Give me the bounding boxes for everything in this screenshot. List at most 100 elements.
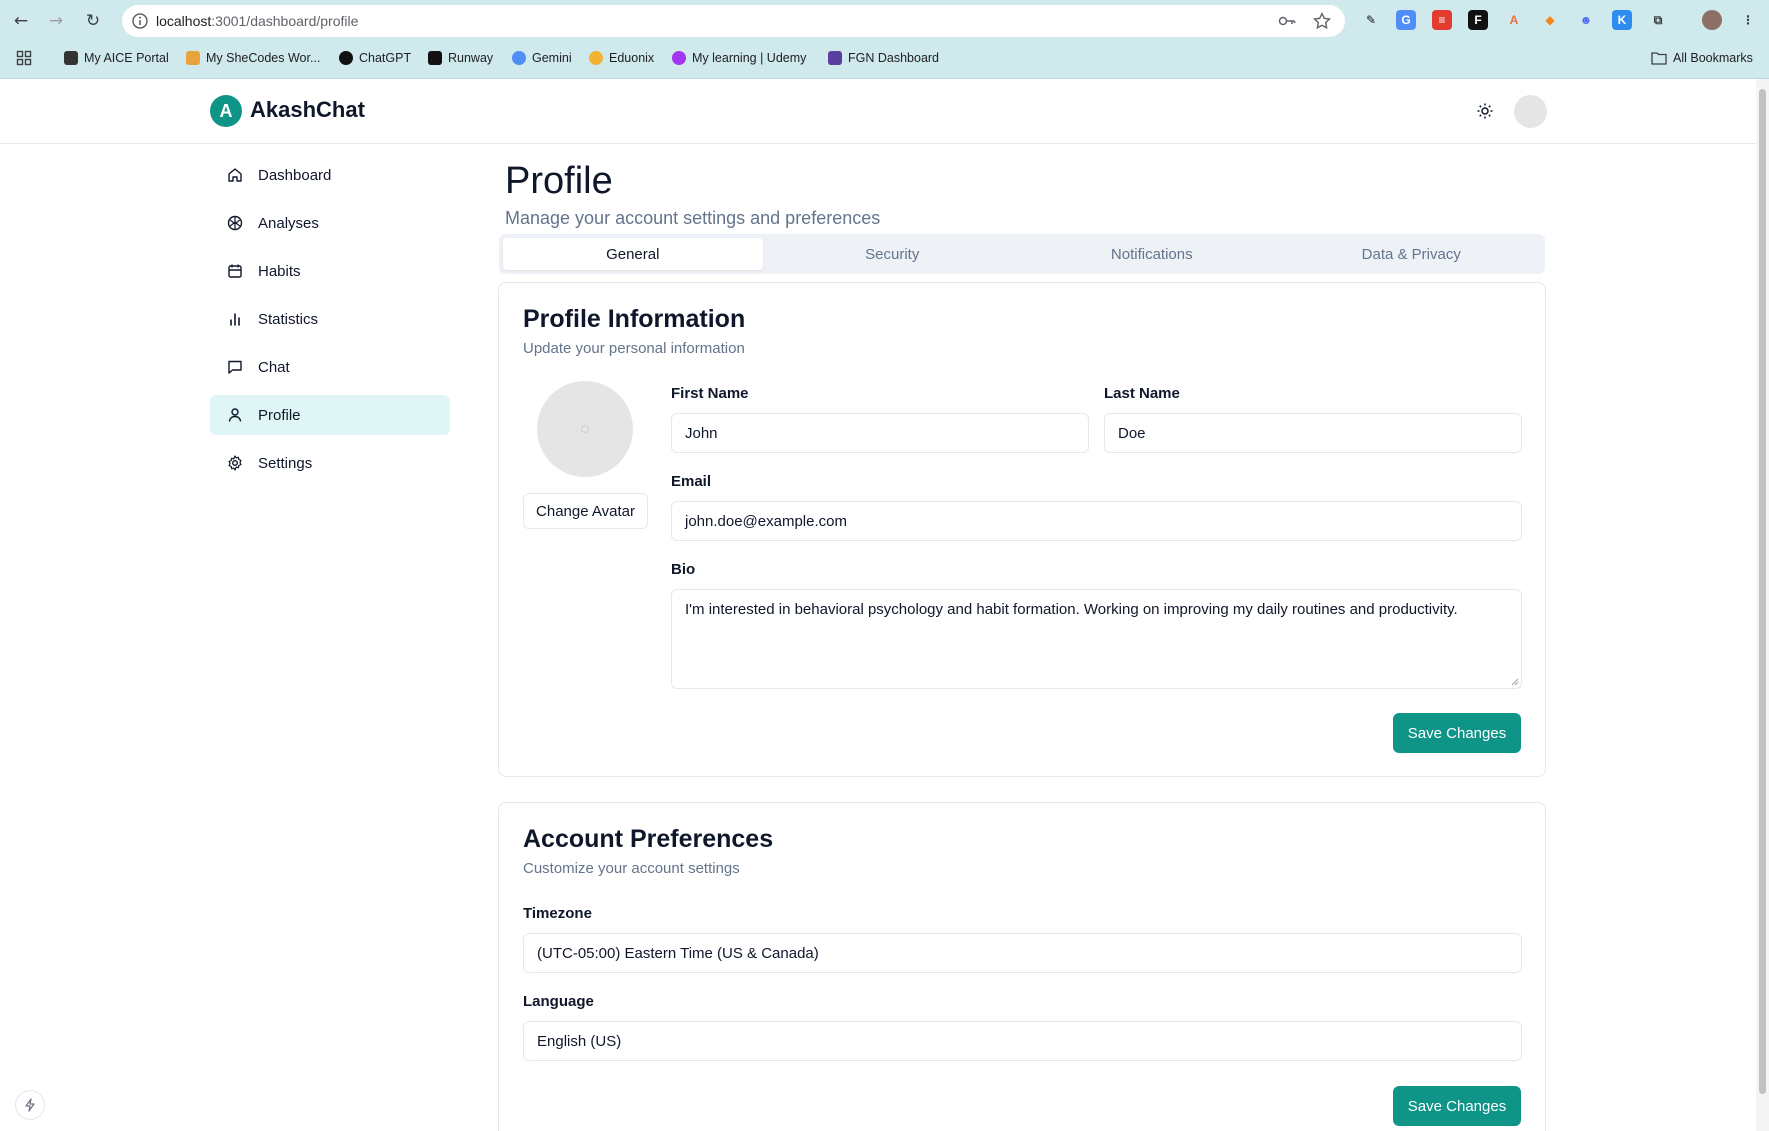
bookmark-favicon — [672, 51, 686, 65]
resize-handle-icon[interactable] — [1510, 677, 1519, 686]
bookmark-item[interactable]: Runway — [428, 49, 493, 67]
calendar-icon — [226, 262, 244, 280]
sidebar-item-habits[interactable]: Habits — [210, 251, 450, 291]
bookmark-item[interactable]: Gemini — [512, 49, 572, 67]
language-label: Language — [523, 993, 594, 1010]
forward-icon[interactable]: → — [44, 9, 68, 33]
todoist-extension-icon[interactable]: ≡ — [1432, 10, 1452, 30]
card-title: Account Preferences — [523, 825, 774, 853]
language-select[interactable]: English (US) — [523, 1021, 1522, 1061]
email-field[interactable]: john.doe@example.com — [671, 501, 1522, 541]
site-info-icon[interactable] — [130, 11, 150, 31]
save-preferences-button[interactable]: Save Changes — [1393, 1086, 1521, 1126]
bookmarks-bar: My AICE Portal My SheCodes Wor... ChatGP… — [0, 42, 1769, 74]
sidebar-item-chat[interactable]: Chat — [210, 347, 450, 387]
sun-icon — [1477, 103, 1493, 119]
browser-toolbar: ← → ↻ localhost:3001/dashboard/profile ✎… — [0, 0, 1769, 42]
bio-label: Bio — [671, 561, 696, 578]
bookmark-favicon — [828, 51, 842, 65]
sidebar-item-label: Habits — [258, 262, 301, 280]
url-text: localhost:3001/dashboard/profile — [156, 13, 359, 29]
bookmark-favicon — [428, 51, 442, 65]
first-name-label: First Name — [671, 385, 749, 402]
tab-notifications[interactable]: Notifications — [1022, 238, 1282, 270]
dev-tools-button[interactable] — [15, 1090, 45, 1120]
last-name-field[interactable]: Doe — [1104, 413, 1522, 453]
change-avatar-button[interactable]: Change Avatar — [523, 493, 648, 529]
bio-textarea[interactable]: I'm interested in behavioral psychology … — [671, 589, 1522, 689]
gear-icon — [226, 454, 244, 472]
page-scrollbar[interactable] — [1756, 79, 1769, 1131]
sidebar-item-dashboard[interactable]: Dashboard — [210, 155, 450, 195]
apps-grid-icon[interactable] — [16, 49, 32, 67]
profile-avatar — [537, 381, 633, 477]
sidebar-item-label: Settings — [258, 454, 313, 472]
timezone-select[interactable]: (UTC-05:00) Eastern Time (US & Canada) — [523, 933, 1522, 973]
tab-data-privacy[interactable]: Data & Privacy — [1282, 238, 1542, 270]
timezone-label: Timezone — [523, 905, 592, 922]
all-bookmarks[interactable]: All Bookmarks — [1651, 49, 1753, 67]
sidebar-item-label: Dashboard — [258, 166, 332, 184]
back-icon[interactable]: ← — [9, 9, 33, 33]
bookmark-favicon — [589, 51, 603, 65]
bookmark-item[interactable]: My learning | Udemy — [672, 49, 806, 67]
sidebar-item-label: Chat — [258, 358, 290, 376]
profile-avatar-icon[interactable] — [1702, 10, 1722, 30]
translate-extension-icon[interactable]: G — [1396, 10, 1416, 30]
tab-security[interactable]: Security — [763, 238, 1023, 270]
bio-text: I'm interested in behavioral psychology … — [685, 601, 1458, 618]
password-key-icon[interactable] — [1277, 11, 1297, 31]
logo-mark[interactable]: A — [210, 95, 242, 127]
sidebar-item-label: Profile — [258, 406, 301, 424]
robot-extension-icon[interactable]: ☻ — [1576, 10, 1596, 30]
bar-chart-icon — [226, 310, 244, 328]
bookmark-item[interactable]: FGN Dashboard — [828, 49, 939, 67]
bookmark-item[interactable]: ChatGPT — [339, 49, 411, 67]
k-extension-icon[interactable]: K — [1612, 10, 1632, 30]
pen-extension-icon[interactable]: ✎ — [1361, 10, 1381, 30]
app-header: A AkashChat — [0, 79, 1756, 144]
lightning-icon — [25, 1098, 35, 1112]
sidebar-item-profile[interactable]: Profile — [210, 395, 450, 435]
metamask-extension-icon[interactable]: ◆ — [1540, 10, 1560, 30]
user-icon — [226, 406, 244, 424]
folder-icon — [1651, 52, 1667, 65]
sidebar-nav: Dashboard Analyses Habits Statistics Cha… — [210, 155, 450, 491]
bookmark-favicon — [186, 51, 200, 65]
first-name-field[interactable]: John — [671, 413, 1089, 453]
bookmark-item[interactable]: Eduonix — [589, 49, 654, 67]
card-title: Profile Information — [523, 305, 746, 333]
star-icon[interactable] — [1312, 11, 1332, 31]
app-name[interactable]: AkashChat — [250, 97, 365, 123]
card-subtitle: Customize your account settings — [523, 860, 740, 877]
bookmark-item[interactable]: My SheCodes Wor... — [186, 49, 320, 67]
bookmark-favicon — [512, 51, 526, 65]
message-icon — [226, 358, 244, 376]
kebab-menu-icon[interactable]: ⋮ — [1738, 10, 1758, 30]
sidebar-item-label: Analyses — [258, 214, 319, 232]
bookmark-favicon — [339, 51, 353, 65]
tab-bar: General Security Notifications Data & Pr… — [499, 234, 1545, 274]
reload-icon[interactable]: ↻ — [81, 9, 105, 33]
a-extension-icon[interactable]: A — [1504, 10, 1524, 30]
save-profile-button[interactable]: Save Changes — [1393, 713, 1521, 753]
puzzle-extension-icon[interactable]: ⧉ — [1648, 10, 1668, 30]
profile-information-card: Profile Information Update your personal… — [498, 282, 1546, 777]
bookmark-favicon — [64, 51, 78, 65]
address-bar[interactable]: localhost:3001/dashboard/profile — [122, 5, 1345, 37]
sidebar-item-statistics[interactable]: Statistics — [210, 299, 450, 339]
user-avatar[interactable] — [1514, 95, 1547, 128]
tab-general[interactable]: General — [503, 238, 763, 270]
bookmark-item[interactable]: My AICE Portal — [64, 49, 169, 67]
avatar-placeholder-icon — [581, 425, 589, 433]
sidebar-item-settings[interactable]: Settings — [210, 443, 450, 483]
browser-chrome: ← → ↻ localhost:3001/dashboard/profile ✎… — [0, 0, 1769, 79]
last-name-label: Last Name — [1104, 385, 1180, 402]
home-icon — [226, 166, 244, 184]
theme-toggle-button[interactable] — [1474, 100, 1496, 122]
scrollbar-thumb[interactable] — [1759, 89, 1766, 1094]
sidebar-item-label: Statistics — [258, 310, 319, 328]
sidebar-item-analyses[interactable]: Analyses — [210, 203, 450, 243]
f-extension-icon[interactable]: F — [1468, 10, 1488, 30]
page-subtitle: Manage your account settings and prefere… — [505, 208, 881, 228]
